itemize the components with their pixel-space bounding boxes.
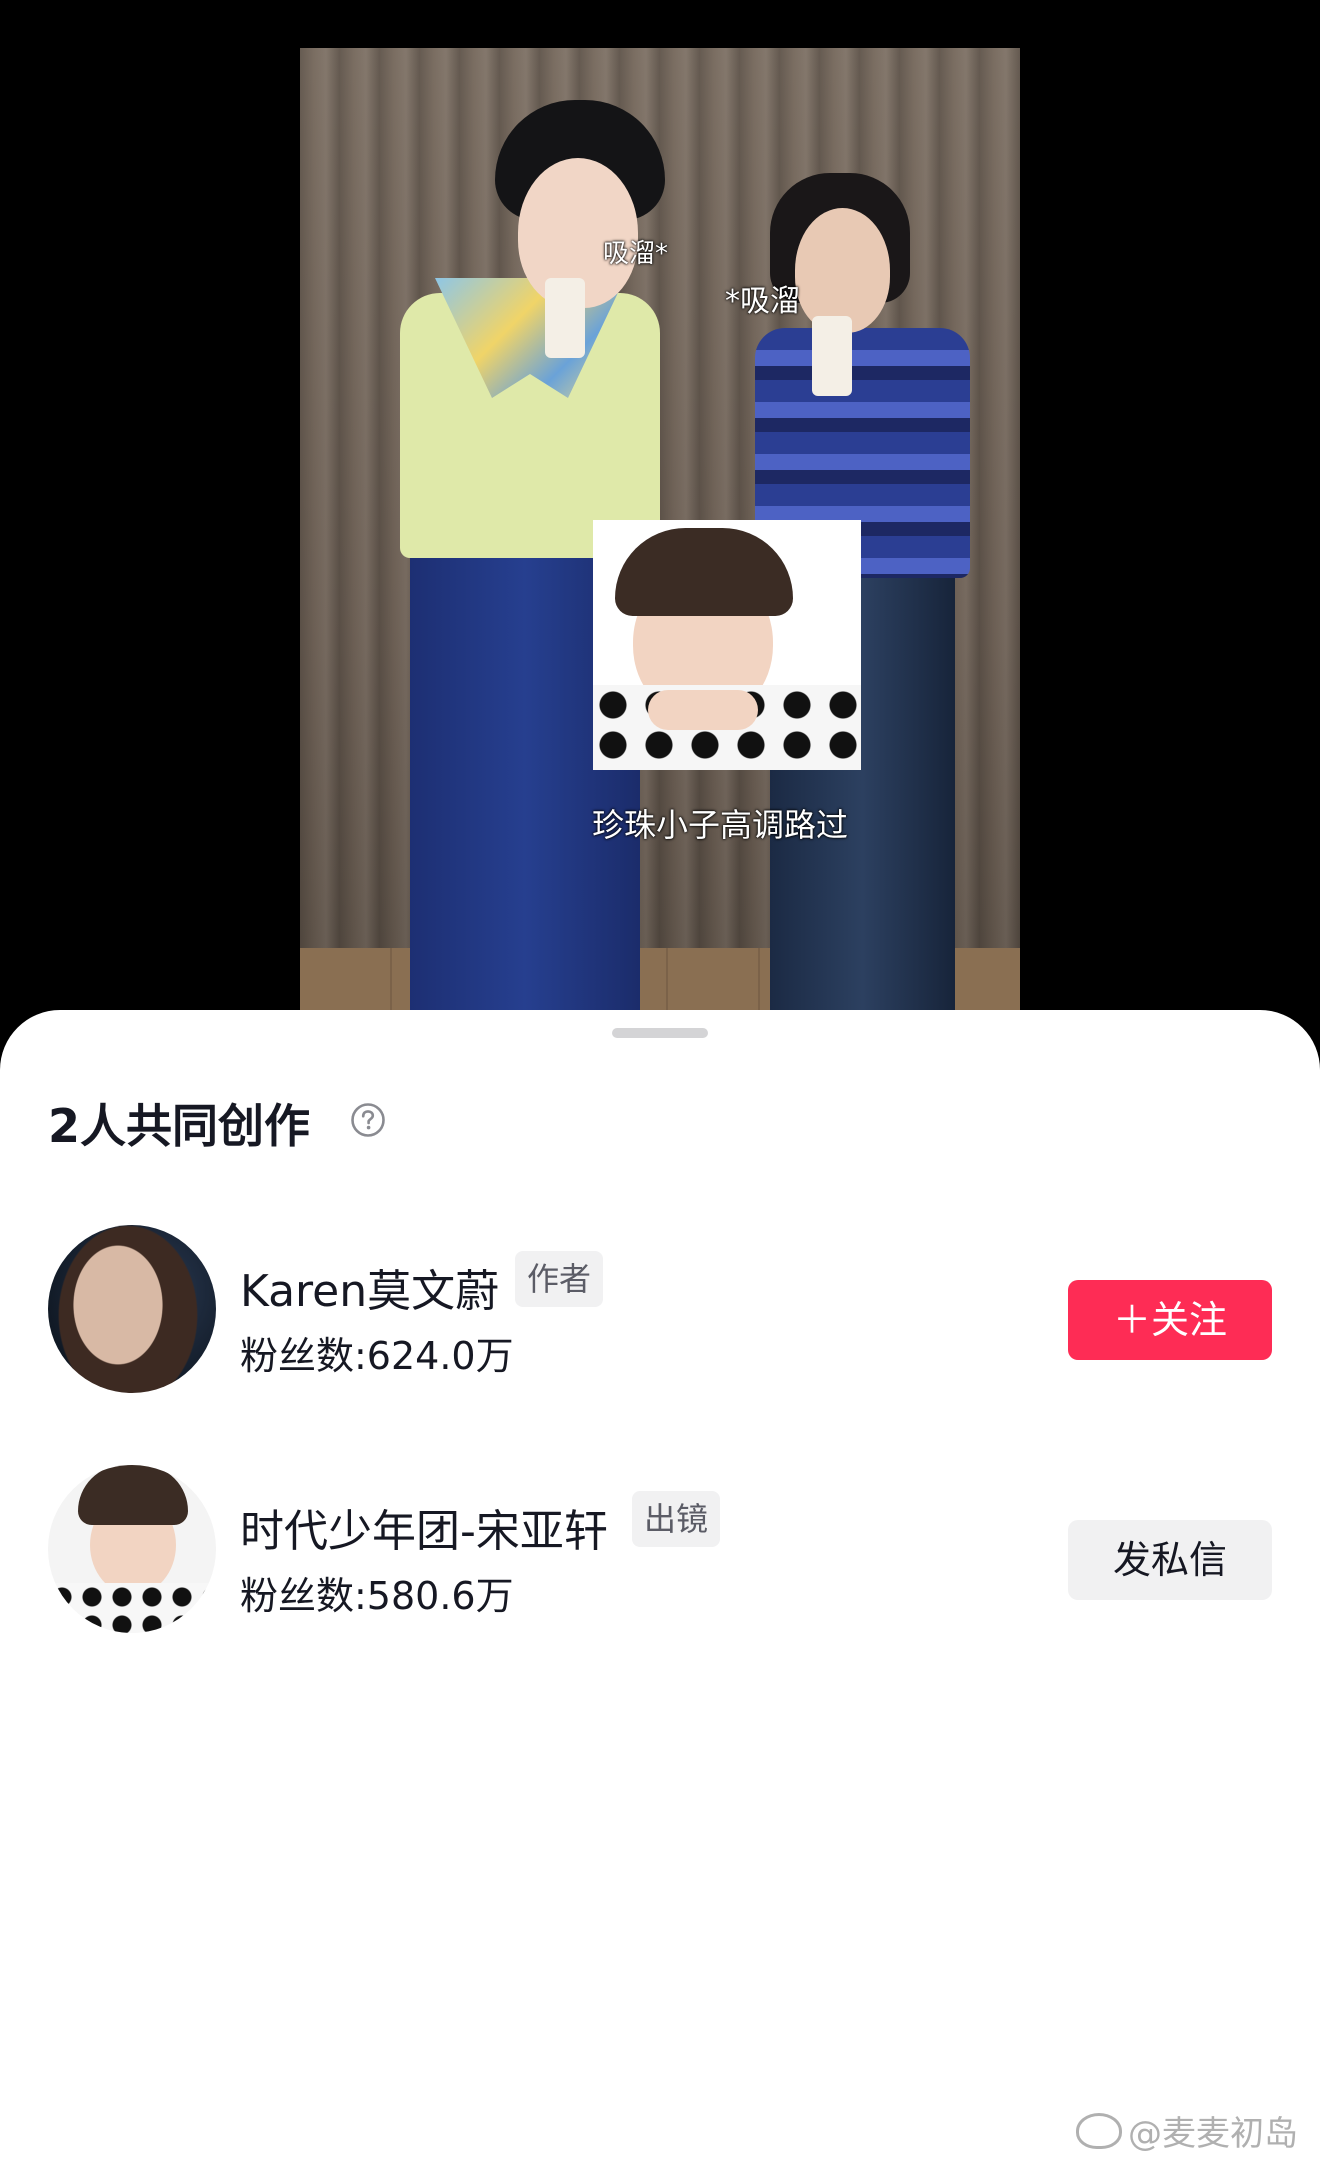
video-caption-overlay: 珍珠小子高调路过 (592, 806, 849, 844)
creator-row[interactable]: 时代少年团-宋亚轩 出镜 粉丝数:580.6万 发私信 (0, 1465, 1320, 1635)
role-badge: 出镜 (632, 1491, 721, 1547)
question-circle-icon[interactable] (350, 1102, 386, 1138)
creator-row[interactable]: Karen莫文蔚 作者 粉丝数:624.0万 ＋关注 (0, 1225, 1320, 1395)
avatar[interactable] (48, 1225, 216, 1393)
sheet-drag-handle[interactable] (612, 1028, 708, 1038)
creator-name[interactable]: 时代少年团-宋亚轩 (240, 1495, 608, 1559)
follow-button[interactable]: ＋关注 (1068, 1280, 1272, 1360)
sheet-title: 2人共同创作 (48, 1099, 311, 1153)
bubble-tea-cup (545, 278, 585, 358)
bubble-tea-cup (812, 316, 852, 396)
video-player[interactable]: 吸溜* *吸溜 珍珠小子高调路过 (300, 48, 1020, 1018)
creator-name[interactable]: Karen莫文蔚 (240, 1255, 499, 1319)
screen: 吸溜* *吸溜 珍珠小子高调路过 2人共同创作 Karen莫文蔚 作者 粉丝数:… (0, 0, 1320, 2169)
send-message-button[interactable]: 发私信 (1068, 1520, 1272, 1600)
watermark: @麦麦初岛 (1076, 2106, 1298, 2155)
avatar[interactable] (48, 1465, 216, 1633)
role-badge: 作者 (515, 1251, 604, 1307)
video-inset-photo (593, 520, 861, 770)
co-creators-sheet: 2人共同创作 Karen莫文蔚 作者 粉丝数:624.0万 ＋关注 时代少年团-… (0, 1010, 1320, 2169)
video-caption-sip-left: 吸溜* (603, 239, 669, 269)
video-caption-sip-right: *吸溜 (725, 284, 800, 319)
watermark-text: @麦麦初岛 (1128, 2114, 1298, 2154)
weibo-icon (1076, 2113, 1122, 2149)
fans-count: 粉丝数:624.0万 (240, 1334, 514, 1378)
fans-count: 粉丝数:580.6万 (240, 1574, 514, 1618)
